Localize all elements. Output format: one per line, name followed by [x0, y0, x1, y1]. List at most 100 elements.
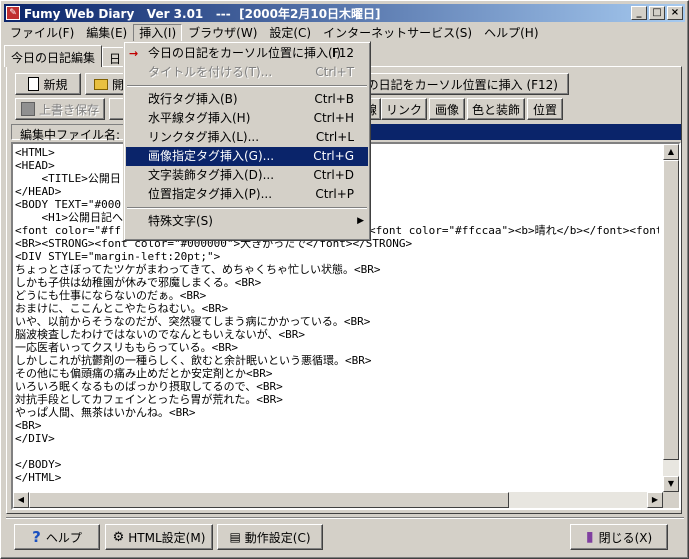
menu-item-label: 今日の日記をカーソル位置に挿入(I)	[148, 46, 341, 60]
menu-bar: ファイル(F) 編集(E) 挿入(I) ブラウザ(W) 設定(C) インターネッ…	[4, 23, 685, 42]
scroll-corner	[663, 492, 679, 508]
editor-overflow-text: <font color="#ffccaa"><b>晴れ</b></font><f…	[369, 224, 659, 237]
horizontal-scroll-thumb[interactable]	[29, 492, 509, 508]
html-settings-button[interactable]: ⚙ HTML設定(M)	[105, 524, 213, 550]
link-tag-button[interactable]: リンク	[381, 98, 427, 120]
menu-item-position-tag[interactable]: 位置指定タグ挿入(P)... Ctrl+P	[126, 185, 368, 204]
menu-item-shortcut: Ctrl+T	[315, 65, 354, 79]
menu-item-style-tag[interactable]: 文字装飾タグ挿入(D)... Ctrl+D	[126, 166, 368, 185]
tab-strip: 今日の日記編集 日	[4, 45, 129, 67]
new-button[interactable]: 新規	[15, 73, 81, 95]
scroll-down-icon[interactable]: ▼	[663, 476, 679, 492]
menu-separator	[126, 82, 368, 90]
menu-item-add-title[interactable]: タイトルを付ける(T)... Ctrl+T	[126, 63, 368, 82]
main-window: ✎ Fumy Web Diary Ver 3.01 --- [2000年2月10…	[0, 0, 689, 559]
behavior-settings-icon: ▤	[229, 530, 241, 544]
submenu-arrow-icon: ▶	[357, 216, 364, 226]
editor-line[interactable]: 対抗手段としてカフェインとったら胃が荒れた。<BR>	[15, 393, 661, 406]
editor-line[interactable]: いや、以前からそうなのだが、突然寝てしまう病にかかっている。<BR>	[15, 315, 661, 328]
exit-door-icon: ▮	[585, 529, 594, 545]
help-button[interactable]: ? ヘルプ	[14, 524, 100, 550]
scroll-right-icon[interactable]: ▶	[647, 492, 663, 508]
close-window-button[interactable]: ×	[667, 6, 683, 20]
title-bar[interactable]: ✎ Fumy Web Diary Ver 3.01 --- [2000年2月10…	[4, 4, 685, 22]
image-tag-button[interactable]: 画像	[429, 98, 465, 120]
menu-item-label: 画像指定タグ挿入(G)...	[148, 149, 275, 163]
menu-browser[interactable]: ブラウザ(W)	[182, 24, 263, 42]
editor-line[interactable]: その他にも偏頭痛の痛み止めだとか安定剤とか<BR>	[15, 367, 661, 380]
insert-today-button[interactable]: 今日の日記をカーソル位置に挿入 (F12)	[343, 73, 569, 95]
overwrite-save-button[interactable]: 上書き保存	[15, 98, 105, 120]
menu-item-shortcut: Ctrl+D	[313, 168, 354, 182]
editor-line[interactable]: どうにも仕事にならないのだぁ。<BR>	[15, 289, 661, 302]
menu-item-label: リンクタグ挿入(L)...	[148, 130, 260, 144]
menu-item-label: 特殊文字(S)	[148, 214, 213, 228]
editor-line[interactable]: </BODY>	[15, 458, 661, 471]
editor-line[interactable]: しかも子供は幼稚園が休みで邪魔しまくる。<BR>	[15, 276, 661, 289]
menu-item-br-tag[interactable]: 改行タグ挿入(B) Ctrl+B	[126, 90, 368, 109]
window-title: Fumy Web Diary Ver 3.01 --- [2000年2月10日木…	[24, 6, 381, 21]
menu-file[interactable]: ファイル(F)	[4, 24, 80, 42]
style-tag-button[interactable]: 色と装飾	[467, 98, 525, 120]
close-button-label: 閉じる(X)	[598, 530, 653, 545]
maximize-button[interactable]: □	[649, 6, 665, 20]
scroll-left-icon[interactable]: ◀	[13, 492, 29, 508]
menu-item-label: 改行タグ挿入(B)	[148, 92, 238, 106]
editor-line[interactable]: ちょっとさぼってたツケがまわってきて、めちゃくちゃ忙しい状態。<BR>	[15, 263, 661, 276]
position-tag-label: 位置	[532, 102, 557, 117]
menu-help[interactable]: ヘルプ(H)	[478, 24, 544, 42]
new-button-label: 新規	[43, 77, 68, 92]
style-tag-label: 色と装飾	[471, 102, 520, 117]
menu-item-label: 位置指定タグ挿入(P)...	[148, 187, 273, 201]
editor-line[interactable]: <BR>	[15, 419, 661, 432]
html-settings-icon: ⚙	[112, 529, 125, 545]
menu-item-image-tag[interactable]: 画像指定タグ挿入(G)... Ctrl+G	[126, 147, 368, 166]
editor-line[interactable]: 脳波検査したわけではないのでなんともいえないが、<BR>	[15, 328, 661, 341]
close-button[interactable]: ▮ 閉じる(X)	[570, 524, 668, 550]
open-button[interactable]: 開	[85, 73, 125, 95]
menu-item-insert-today[interactable]: → 今日の日記をカーソル位置に挿入(I) F12	[126, 44, 368, 63]
diary-icon[interactable]: ✎	[6, 6, 20, 20]
position-tag-button[interactable]: 位置	[527, 98, 563, 120]
menu-edit[interactable]: 編集(E)	[80, 24, 133, 42]
menu-internet-services[interactable]: インターネットサービス(S)	[317, 24, 478, 42]
minimize-button[interactable]: _	[631, 6, 647, 20]
editor-line[interactable]: 一応医者いってクスリももらっている。<BR>	[15, 341, 661, 354]
editor-line[interactable]: </HTML>	[15, 471, 661, 484]
vertical-scroll-thumb[interactable]	[663, 160, 679, 460]
behavior-settings-button[interactable]: ▤ 動作設定(C)	[217, 524, 323, 550]
menu-item-special-chars[interactable]: 特殊文字(S) ▶	[126, 212, 368, 231]
menu-item-shortcut: Ctrl+G	[313, 149, 354, 163]
new-file-icon	[28, 77, 40, 91]
editor-line[interactable]: しかしこれが抗鬱剤の一種らしく、飲むと余計眠いという悪循環。<BR>	[15, 354, 661, 367]
scroll-up-icon[interactable]: ▲	[663, 144, 679, 160]
help-question-icon: ?	[32, 528, 41, 546]
menu-item-shortcut: Ctrl+P	[315, 187, 354, 201]
link-tag-label: リンク	[385, 102, 422, 117]
insert-today-icon: →	[129, 47, 139, 60]
editor-line[interactable]: <DIV STYLE="margin-left:20pt;">	[15, 250, 661, 263]
behavior-settings-label: 動作設定(C)	[244, 530, 311, 545]
vertical-scrollbar[interactable]: ▲ ▼	[663, 144, 679, 492]
save-disk-icon	[20, 102, 35, 116]
menu-insert[interactable]: 挿入(I)	[133, 23, 183, 42]
editor-line[interactable]	[15, 445, 661, 458]
menu-item-label: タイトルを付ける(T)...	[148, 65, 273, 79]
insert-menu-dropdown: → 今日の日記をカーソル位置に挿入(I) F12 タイトルを付ける(T)... …	[123, 41, 371, 241]
menu-item-shortcut: Ctrl+B	[314, 92, 354, 106]
overwrite-save-label: 上書き保存	[38, 102, 99, 117]
editor-line[interactable]: いろいろ眠くなるものばっかり摂取してるので、<BR>	[15, 380, 661, 393]
open-folder-icon	[94, 78, 108, 90]
menu-item-hr-tag[interactable]: 水平線タグ挿入(H) Ctrl+H	[126, 109, 368, 128]
menu-item-shortcut: Ctrl+L	[315, 130, 354, 144]
menu-settings[interactable]: 設定(C)	[263, 24, 317, 42]
editor-line[interactable]: </DIV>	[15, 432, 661, 445]
menu-item-link-tag[interactable]: リンクタグ挿入(L)... Ctrl+L	[126, 128, 368, 147]
tab-today-edit[interactable]: 今日の日記編集	[4, 45, 103, 67]
editor-line[interactable]: やっぱ人間、無茶はいかんね。<BR>	[15, 406, 661, 419]
editor-line[interactable]: おまけに、ここんとこやたらねむい。<BR>	[15, 302, 661, 315]
help-button-label: ヘルプ	[45, 530, 82, 545]
menu-item-shortcut: Ctrl+H	[313, 111, 354, 125]
horizontal-scrollbar[interactable]: ◀ ▶	[13, 492, 663, 508]
filename-label: 編集中ファイル名:	[11, 124, 130, 142]
